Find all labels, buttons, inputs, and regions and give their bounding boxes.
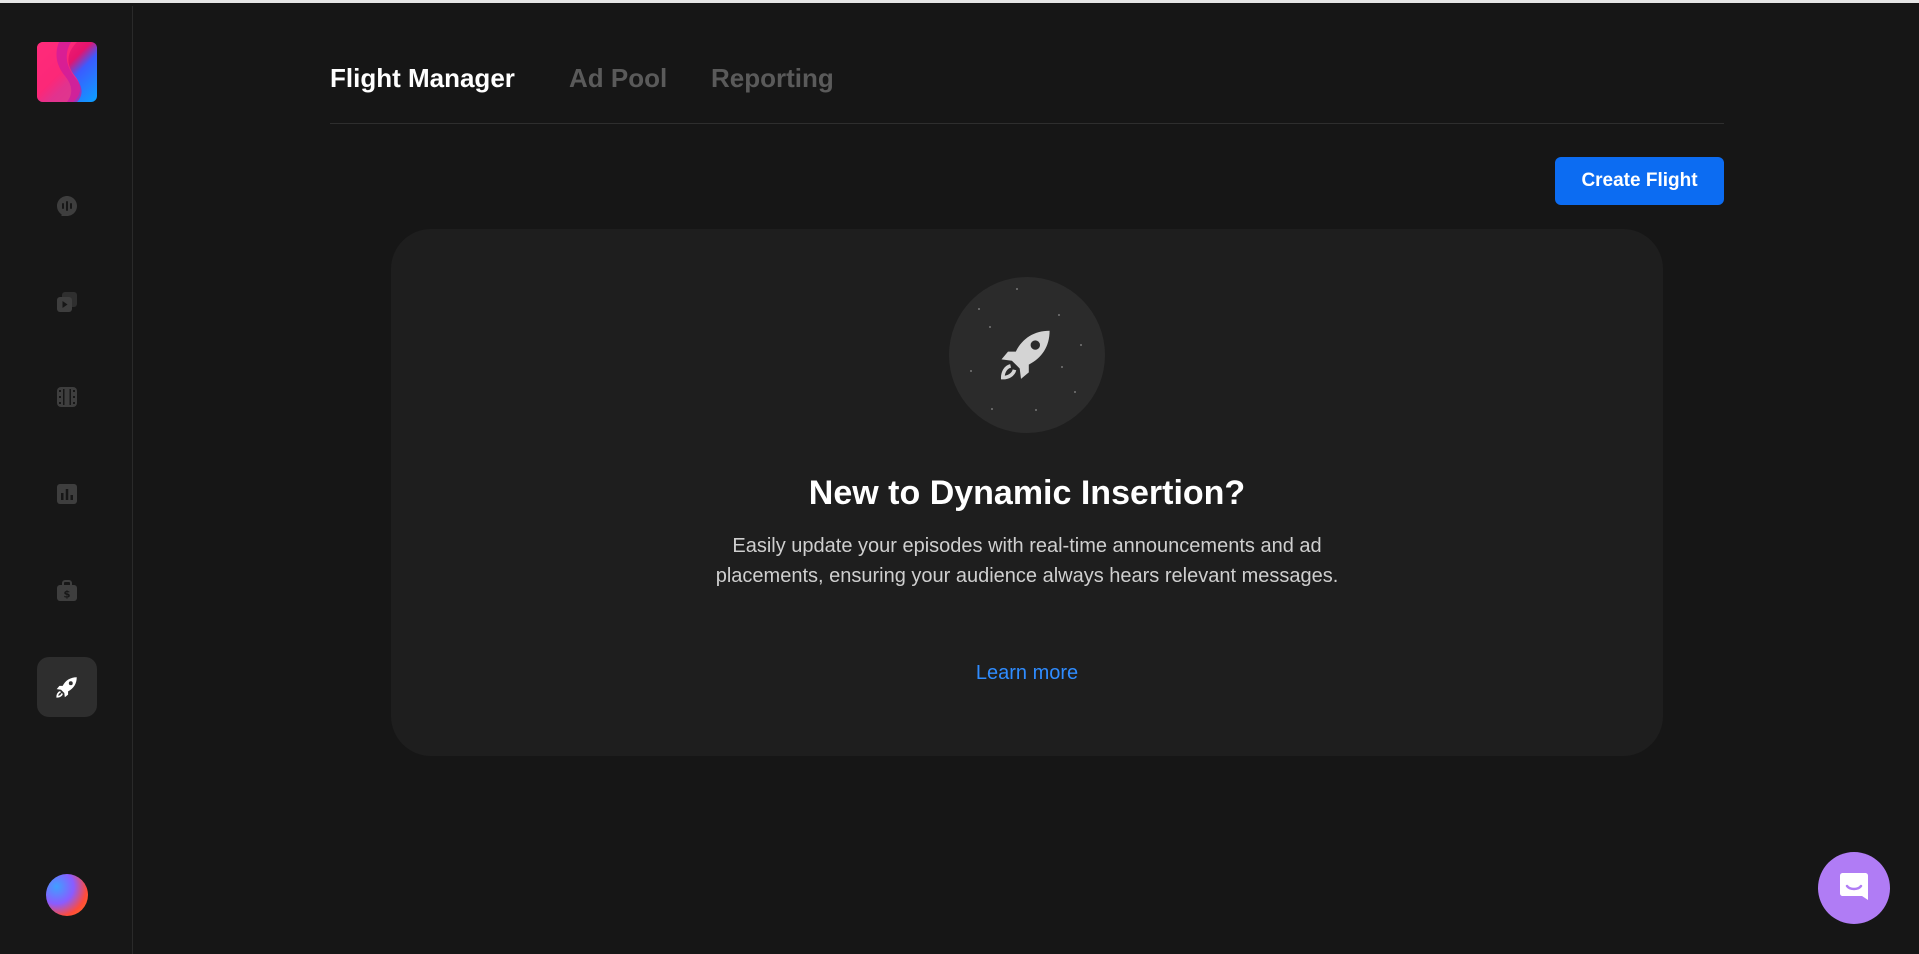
tab-flight-manager[interactable]: Flight Manager xyxy=(330,61,515,95)
tab-bar: Flight Manager Ad Pool Reporting xyxy=(330,61,1724,124)
podcast-icon xyxy=(55,194,79,218)
sidebar-item-analytics[interactable] xyxy=(37,464,97,524)
rocket-illustration xyxy=(949,277,1105,433)
rocket-icon xyxy=(970,288,1082,411)
create-flight-button[interactable]: Create Flight xyxy=(1555,157,1724,205)
analytics-icon xyxy=(55,482,79,506)
empty-state-card: New to Dynamic Insertion? Easily update … xyxy=(391,229,1663,756)
learn-more-link[interactable]: Learn more xyxy=(391,659,1663,687)
sidebar: $ xyxy=(0,6,133,954)
empty-state-description: Easily update your episodes with real-ti… xyxy=(715,535,1339,587)
sidebar-item-video[interactable] xyxy=(37,367,97,427)
sidebar-item-podcast[interactable] xyxy=(37,176,97,236)
tab-reporting[interactable]: Reporting xyxy=(711,61,834,95)
brand-logo-icon[interactable] xyxy=(37,42,97,102)
empty-state-title: New to Dynamic Insertion? xyxy=(808,474,1246,512)
video-icon xyxy=(55,385,79,409)
episodes-icon xyxy=(55,290,79,314)
tab-ad-pool[interactable]: Ad Pool xyxy=(569,61,667,95)
sidebar-item-episodes[interactable] xyxy=(37,272,97,332)
chat-launcher-button[interactable] xyxy=(1818,852,1890,924)
app-window: $ Flight Manager Ad Pool Reporting Creat… xyxy=(0,0,1919,954)
learn-more-label[interactable]: Learn more xyxy=(976,662,1078,684)
rocket-icon xyxy=(54,674,80,700)
svg-text:$: $ xyxy=(64,590,71,601)
chat-icon xyxy=(1837,869,1871,907)
avatar[interactable] xyxy=(46,874,88,916)
sidebar-item-monetization[interactable]: $ xyxy=(37,561,97,621)
sidebar-item-dynamic-insertion[interactable] xyxy=(37,657,97,717)
monetization-icon: $ xyxy=(55,579,79,603)
